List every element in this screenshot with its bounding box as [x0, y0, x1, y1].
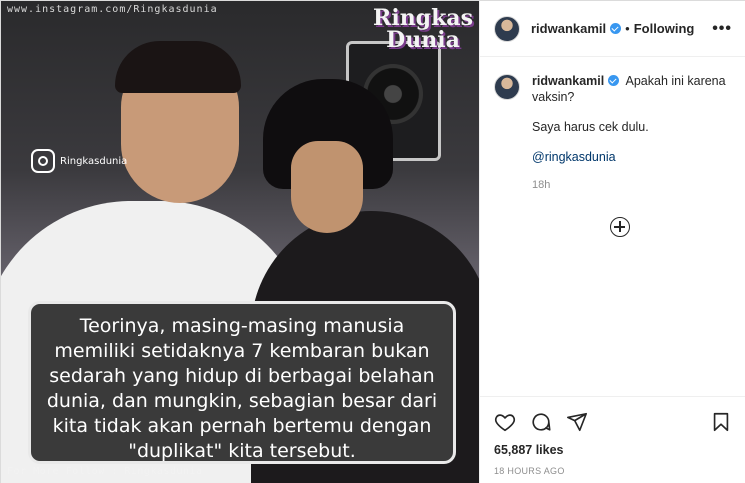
- brand-logo-line1: Ringkas: [373, 5, 473, 31]
- image-ig-handle: Ringkasdunia: [60, 155, 128, 167]
- image-caption-text: Teorinya, masing-masing manusia memiliki…: [46, 315, 438, 462]
- verified-badge-icon: [610, 23, 622, 34]
- comment-body: ridwankamil Apakah ini karena vaksin? Sa…: [532, 73, 732, 193]
- likes-count[interactable]: 65,887 likes: [494, 443, 732, 457]
- more-options-icon[interactable]: •••: [712, 20, 732, 38]
- caption-comment: ridwankamil Apakah ini karena vaksin? Sa…: [494, 73, 732, 193]
- comment-line-2: Saya harus cek dulu.: [532, 120, 649, 134]
- brand-logo-line2: Dunia: [386, 27, 460, 53]
- watermark-url: www.instagram.com/Ringkasdunia: [7, 4, 218, 15]
- bookmark-icon[interactable]: [710, 411, 732, 433]
- person-left-hair: [115, 41, 241, 93]
- verified-badge-icon: [608, 75, 620, 86]
- person-right-face: [291, 141, 363, 233]
- post-sidebar: ridwankamil • Following ••• ridwankamil …: [479, 1, 745, 483]
- post-actions-section: 65,887 likes 18 HOURS AGO: [480, 396, 745, 476]
- post-header: ridwankamil • Following •••: [480, 1, 745, 57]
- action-bar: [494, 409, 732, 435]
- header-username[interactable]: ridwankamil: [531, 21, 606, 36]
- follow-strip: For More Follow : Ringkasdunia: [7, 466, 203, 477]
- instagram-post: www.instagram.com/Ringkasdunia Ringkas D…: [0, 0, 745, 483]
- avatar[interactable]: [494, 15, 520, 42]
- following-button[interactable]: Following: [634, 21, 695, 36]
- heart-icon[interactable]: [494, 411, 516, 433]
- image-caption-box: Teorinya, masing-masing manusia memiliki…: [28, 301, 456, 464]
- comment-timestamp[interactable]: 18h: [532, 177, 732, 193]
- comments-section: ridwankamil Apakah ini karena vaksin? Sa…: [480, 57, 745, 379]
- header-separator: •: [625, 21, 630, 36]
- avatar[interactable]: [494, 74, 520, 100]
- plus-circle-icon[interactable]: [610, 217, 630, 237]
- post-image[interactable]: www.instagram.com/Ringkasdunia Ringkas D…: [1, 1, 479, 483]
- instagram-icon: [31, 149, 55, 173]
- share-icon[interactable]: [566, 411, 588, 433]
- image-ig-tag: Ringkasdunia: [31, 149, 127, 173]
- comment-username[interactable]: ridwankamil: [532, 74, 604, 88]
- post-timestamp[interactable]: 18 HOURS AGO: [494, 466, 732, 476]
- comment-mention-link[interactable]: @ringkasdunia: [532, 149, 732, 165]
- comment-icon[interactable]: [530, 411, 552, 433]
- brand-logo: Ringkas Dunia: [373, 7, 473, 51]
